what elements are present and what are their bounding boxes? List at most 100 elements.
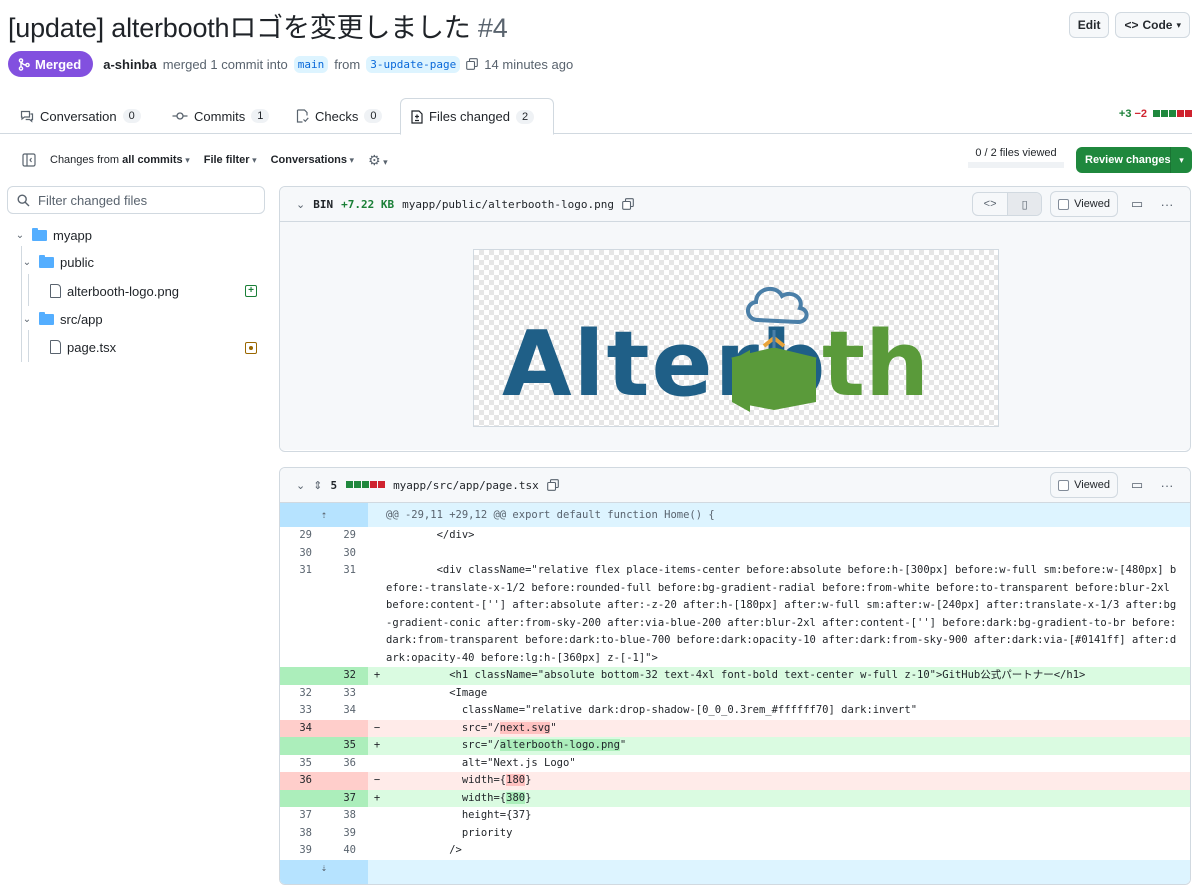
changed-fragment: alterbooth-logo.png <box>499 739 620 751</box>
merged-label: Merged <box>35 56 82 72</box>
base-branch[interactable]: main <box>293 55 329 73</box>
tab-label: Checks <box>315 108 359 124</box>
file-panel-logo: ⌄ BIN +7.22 KB myapp/public/alterbooth-l… <box>279 186 1191 452</box>
diff-line: 39 40 /> <box>280 842 1190 860</box>
code-line: /> <box>386 844 462 856</box>
pr-header: [update] alterboothロゴを変更しました #4 Edit <> C… <box>8 6 1192 46</box>
tab-conversation[interactable]: Conversation 0 <box>10 98 151 134</box>
folder-icon <box>39 311 54 325</box>
new-line-number[interactable]: 29 <box>324 527 368 545</box>
checkbox <box>1058 479 1070 491</box>
tree-label: myapp <box>53 227 93 243</box>
tab-files-changed[interactable]: Files changed 2 <box>400 98 554 135</box>
old-line-number[interactable]: 36 <box>280 772 324 790</box>
old-line-number[interactable] <box>280 737 324 755</box>
chevron-down-icon: ▾ <box>1176 19 1181 30</box>
chevron-down-icon[interactable]: ⌄ <box>296 479 305 492</box>
logo-text-right: th <box>822 312 929 417</box>
tab-count: 0 <box>364 109 383 123</box>
new-line-number[interactable]: 32 <box>324 667 368 685</box>
old-line-number[interactable]: 32 <box>280 685 324 703</box>
code-fragment: " <box>619 739 627 751</box>
new-line-number[interactable]: 35 <box>324 737 368 755</box>
kebab-menu-icon[interactable]: ··· <box>1156 478 1178 493</box>
new-line-number[interactable]: 39 <box>324 825 368 843</box>
new-line-number[interactable]: 40 <box>324 842 368 860</box>
diff-sign <box>368 842 386 860</box>
new-line-number[interactable]: 30 <box>324 545 368 563</box>
viewed-checkbox[interactable]: Viewed <box>1050 472 1118 498</box>
old-line-number[interactable]: 30 <box>280 545 324 563</box>
code-line: className="relative dark:drop-shadow-[0_… <box>386 704 918 716</box>
head-branch[interactable]: 3-update-page <box>366 55 461 73</box>
old-line-number[interactable]: 33 <box>280 702 324 720</box>
code-view-icon[interactable]: <> <box>973 193 1007 215</box>
merged-badge: Merged <box>8 51 94 77</box>
new-line-number[interactable] <box>324 772 368 790</box>
diff-sign <box>368 755 386 773</box>
copy-icon[interactable] <box>622 198 634 210</box>
old-line-number[interactable]: 29 <box>280 527 324 545</box>
changes-from-dropdown[interactable]: Changes from all commits <box>50 154 190 166</box>
old-line-number[interactable]: 39 <box>280 842 324 860</box>
tab-label: Files changed <box>429 109 510 124</box>
code-button[interactable]: <> Code ▾ <box>1115 12 1190 38</box>
filter-files-input[interactable]: Filter changed files <box>7 186 265 214</box>
new-line-number[interactable]: 38 <box>324 807 368 825</box>
new-line-number[interactable]: 37 <box>324 789 368 807</box>
viewed-checkbox[interactable]: Viewed <box>1050 191 1118 217</box>
old-line-number[interactable]: 37 <box>280 807 324 825</box>
copy-icon[interactable] <box>546 479 559 491</box>
code-fragment: " <box>550 721 557 734</box>
new-line-number[interactable]: 33 <box>324 685 368 703</box>
tab-checks[interactable]: Checks 0 <box>286 98 392 134</box>
old-line-number[interactable]: 38 <box>280 825 324 843</box>
diff-sign: + <box>373 669 381 681</box>
hunk-header: ⇡ @@ -29,11 +29,12 @@ export default fun… <box>280 503 1190 527</box>
conversations-dropdown[interactable]: Conversations <box>271 154 354 166</box>
tree-file-page-tsx[interactable]: page.tsx <box>50 336 116 358</box>
old-line-number[interactable]: 35 <box>280 755 324 773</box>
file-filter-dropdown[interactable]: File filter <box>204 154 257 166</box>
tree-guide <box>28 330 29 362</box>
deletions-count: −2 <box>1134 108 1147 120</box>
edit-button[interactable]: Edit <box>1068 12 1110 38</box>
expand-up-icon[interactable]: ⇡ <box>280 503 368 527</box>
old-line-number[interactable]: 31 <box>280 562 324 667</box>
new-line-number[interactable]: 36 <box>324 755 368 773</box>
file-path[interactable]: myapp/public/alterbooth-logo.png <box>402 198 614 211</box>
new-line-number[interactable] <box>324 719 368 737</box>
old-line-number[interactable] <box>280 667 324 685</box>
kebab-menu-icon[interactable]: ··· <box>1156 197 1178 212</box>
tree-folder-src-app[interactable]: ⌄ src/app <box>21 308 103 330</box>
expand-down-icon[interactable]: ⇣ <box>280 859 368 884</box>
code-fragment: width={ <box>386 774 507 786</box>
diff-line: 34 − src="/next.svg" <box>280 719 1190 737</box>
file-path[interactable]: myapp/src/app/page.tsx <box>393 479 539 492</box>
comment-icon[interactable]: ▭ <box>1126 196 1148 212</box>
settings-dropdown[interactable]: ⚙ <box>368 152 388 169</box>
sidebar-toggle-icon[interactable] <box>22 153 36 167</box>
tree-folder-public[interactable]: ⌄ public <box>21 251 94 273</box>
file-diff-icon <box>411 109 423 124</box>
tab-commits[interactable]: Commits 1 <box>162 98 279 134</box>
tree-folder-myapp[interactable]: ⌄ myapp <box>14 224 92 246</box>
file-view-icon[interactable]: ▯ <box>1007 193 1042 215</box>
from-text: from <box>334 56 361 72</box>
chevron-down-icon[interactable]: ⌄ <box>296 198 305 211</box>
old-line-number[interactable] <box>280 789 324 807</box>
comment-icon[interactable]: ▭ <box>1126 477 1148 493</box>
new-line-number[interactable]: 31 <box>324 562 368 667</box>
new-line-number[interactable]: 34 <box>324 702 368 720</box>
review-changes-button[interactable]: Review changes ▾ <box>1076 147 1192 173</box>
diff-sign <box>368 807 386 825</box>
code-line: height={37} <box>386 809 532 821</box>
author-link[interactable]: a-shinba <box>103 57 156 72</box>
tree-file-alterbooth-logo[interactable]: alterbooth-logo.png <box>50 280 179 302</box>
code-fragment: src="/ <box>386 721 500 734</box>
expand-all-icon[interactable]: ⇕ <box>313 479 322 492</box>
copy-icon[interactable] <box>466 58 479 70</box>
files-viewed-text: 0 / 2 files viewed <box>975 147 1057 159</box>
old-line-number[interactable]: 34 <box>280 719 324 737</box>
image-preview-area: Alterb th <box>280 222 1190 450</box>
